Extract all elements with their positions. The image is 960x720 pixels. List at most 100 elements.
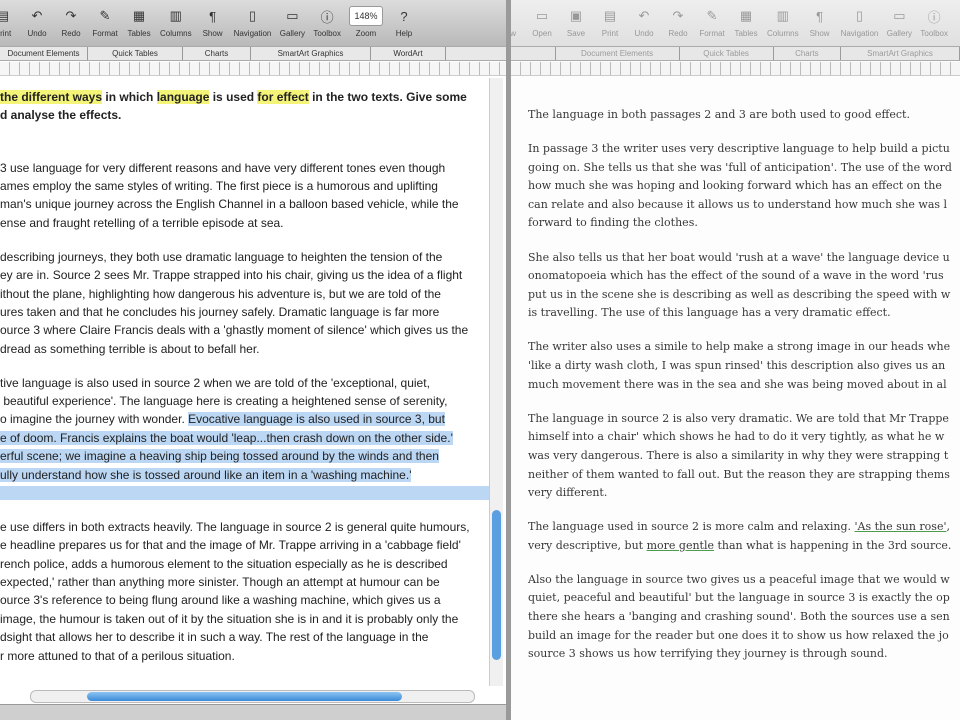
text-segment: tive language is also used in source 2 w… [0, 375, 430, 390]
toolbar-label: New [511, 29, 516, 38]
text-line: She also tells us that her boat would 'r… [528, 249, 960, 268]
paragraph: Also the language in source two gives us… [528, 571, 960, 664]
navigation-button[interactable]: ▯ Navigation [234, 6, 272, 38]
format-button[interactable]: ✎ Format [699, 6, 725, 38]
redo-button[interactable]: ↷ Redo [665, 6, 691, 38]
toolbar-label: Print [601, 29, 619, 38]
paragraph: describing journeys, they both use drama… [0, 248, 490, 358]
toolbar: ▤ Print ↶ Undo ↷ Redo ✎ Format ▦ Tables ▥ Columns ¶ S… [0, 0, 506, 46]
toolbar-label: Toolbox [313, 29, 341, 38]
paragraph: e use differs in both extracts heavily. … [0, 518, 490, 665]
columns-button[interactable]: ▥ Columns [767, 6, 799, 38]
text-segment: e use differs in both extracts heavily. … [0, 519, 470, 534]
text-segment: ource 3 where Claire Francis deals with … [0, 323, 469, 338]
text-line: forward to finding the clothes. [528, 214, 960, 233]
text-segment: image, the humour is taken out of it by … [0, 611, 459, 626]
text-line: ource 3 where Claire Francis deals with … [0, 321, 490, 339]
text-segment: quiet, peaceful and beautiful' but the l… [528, 591, 950, 605]
text-line: 3 use language for very different reason… [0, 159, 490, 177]
text-segment: expected,' rather than anything more sin… [0, 574, 440, 589]
gallery-button[interactable]: ▭ Gallery [886, 6, 912, 38]
text-segment: dsight that allows her to describe it in… [0, 630, 429, 645]
ribbon-tab[interactable]: Quick Tables [680, 47, 774, 60]
navigation-button[interactable]: ▯ Navigation [841, 6, 879, 38]
text-line: ithout the plane, highlighting how dange… [0, 285, 490, 303]
text-line: o imagine the journey with wonder. Evoca… [0, 410, 490, 428]
document-body[interactable]: the different ways in which language is … [0, 88, 491, 680]
save-icon: ▣ [569, 8, 583, 23]
text-segment: , [946, 520, 950, 534]
new-button[interactable]: ▫ New [511, 6, 521, 38]
text-segment: can relate and also because it allows us… [528, 197, 948, 211]
document-body[interactable]: The language in both passages 2 and 3 ar… [528, 106, 960, 679]
ruler[interactable] [511, 62, 960, 76]
scroll-thumb[interactable] [492, 510, 501, 660]
save-button[interactable]: ▣ Save [563, 6, 589, 38]
gallery-icon: ▭ [286, 8, 299, 23]
toolbar-label: Gallery [279, 29, 306, 38]
format-button[interactable]: ✎ Format [92, 6, 118, 38]
ribbon-tab[interactable]: WordArt [371, 47, 446, 60]
print-icon: ▤ [603, 8, 617, 23]
text-segment: She also tells us that her boat would 'r… [528, 250, 950, 264]
toolbox-button[interactable]: ⓘ Toolbox [920, 6, 948, 39]
paragraph: The language in source 2 is also very dr… [528, 410, 960, 503]
ribbon-tab[interactable]: Charts [183, 47, 251, 60]
show-button[interactable]: ¶ Show [807, 6, 833, 39]
navigation-icon: ▯ [855, 8, 864, 23]
toolbox-button[interactable]: ⓘ Toolbox [313, 6, 341, 39]
undo-button[interactable]: ↶ Undo [631, 6, 657, 38]
paragraph: In passage 3 the writer uses very descri… [528, 140, 960, 233]
text-segment: going on. She tells us that she was 'ful… [528, 160, 952, 174]
ribbon-tab[interactable]: SmartArt Graphics [841, 47, 960, 60]
print-button[interactable]: ▤ Print [0, 6, 16, 38]
gallery-icon: ▭ [893, 8, 906, 23]
toolbar-label: Columns [160, 29, 192, 38]
print-button[interactable]: ▤ Print [597, 6, 623, 38]
help-button[interactable]: ? Help [391, 6, 417, 39]
toolbar-label: Toolbox [920, 29, 948, 38]
columns-icon: ▥ [776, 8, 789, 23]
text-segment: forward to finding the clothes. [528, 216, 698, 230]
ruler[interactable] [0, 62, 506, 76]
text-segment: source 3 shows us how terrifying they jo… [528, 647, 888, 661]
ribbon-tab[interactable]: Document Elements [0, 47, 88, 60]
text-segment: than what is happening in the 3rd source… [713, 538, 952, 552]
text-line: ey are in. Source 2 sees Mr. Trappe stra… [0, 266, 490, 284]
horizontal-scrollbar[interactable] [30, 690, 475, 703]
zoom-button[interactable]: 148% Zoom [348, 6, 383, 38]
ribbon-tabs: Document Elements Quick Tables Charts Smart… [511, 46, 960, 61]
text-segment: dread as something terrible is about to … [0, 341, 260, 356]
tables-icon: ▦ [132, 8, 146, 23]
text-segment: language [156, 90, 210, 104]
gallery-button[interactable]: ▭ Gallery [279, 6, 305, 38]
open-button[interactable]: ▭ Open [529, 6, 555, 38]
undo-button[interactable]: ↶ Undo [24, 6, 50, 38]
text-segment: 'like a dirty wash cloth, I was spun rin… [528, 359, 946, 373]
ribbon-tab[interactable]: SmartArt Graphics [251, 47, 371, 60]
text-segment: much movement there was in the sea and s… [528, 377, 947, 391]
show-button[interactable]: ¶ Show [200, 6, 226, 39]
columns-button[interactable]: ▥ Columns [160, 6, 192, 38]
tables-button[interactable]: ▦ Tables [126, 6, 152, 38]
ribbon-tab[interactable]: Document Elements [556, 47, 680, 60]
ribbon-tab[interactable]: Quick Tables [88, 47, 183, 60]
ribbon-tab[interactable]: Charts [774, 47, 842, 60]
tables-button[interactable]: ▦ Tables [733, 6, 759, 38]
text-segment: more gentle [646, 538, 714, 552]
text-segment [0, 485, 491, 500]
zoom-select: 148% [348, 6, 383, 26]
redo-button[interactable]: ↷ Redo [58, 6, 84, 38]
text-segment: The language in source 2 is also very dr… [528, 411, 949, 425]
vertical-scrollbar[interactable] [489, 78, 503, 686]
toolbar-label: Print [0, 29, 12, 38]
text-line: Also the language in source two gives us… [528, 571, 960, 590]
text-line: dread as something terrible is about to … [0, 340, 490, 358]
scroll-thumb[interactable] [87, 692, 402, 701]
text-segment: erful scene; we imagine a heaving ship b… [0, 449, 439, 464]
text-line: The language used in source 2 is more ca… [528, 518, 960, 537]
toolbar: ▫ New ▭ Open ▣ Save ▤ Print ↶ Undo ↷ Redo ✎ Format ▦ Ta… [511, 0, 960, 46]
text-segment: is travelling. The use of this language … [528, 306, 891, 320]
toolbox-icon: ⓘ [927, 9, 941, 25]
text-segment [0, 127, 3, 141]
